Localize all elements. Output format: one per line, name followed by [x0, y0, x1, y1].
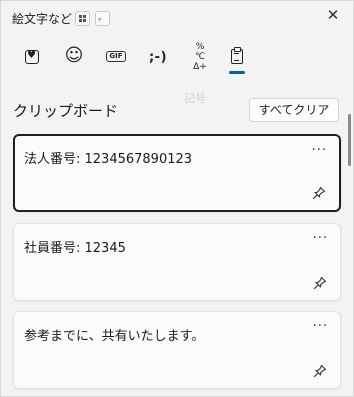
scrollbar-thumb[interactable] — [348, 114, 351, 166]
tab-clipboard[interactable] — [220, 41, 254, 74]
clipboard-item-text: 社員番号: 12345 — [24, 241, 126, 256]
panel-title: 絵文字など — [12, 12, 73, 26]
pin-icon[interactable] — [313, 364, 327, 378]
gif-icon: GIF — [106, 51, 126, 62]
more-options-icon[interactable]: ··· — [313, 320, 328, 333]
tab-symbols[interactable]: %℃ Δ+ — [183, 41, 217, 72]
pin-icon[interactable] — [312, 186, 326, 200]
smiley-icon: ☺ — [64, 45, 84, 66]
clipboard-item[interactable]: 社員番号: 12345 ··· — [13, 223, 341, 301]
clipboard-item[interactable]: 法人番号: 1234567890123 ··· — [13, 134, 341, 212]
heart-icon: ♥ — [25, 49, 39, 64]
symbols-icon: %℃ Δ+ — [193, 41, 207, 72]
clipboard-item[interactable]: 参考までに、共有いたします。 ··· — [13, 311, 341, 389]
tab-favorites[interactable]: ♥ — [15, 41, 49, 71]
clipboard-item-text: 法人番号: 1234567890123 — [24, 152, 193, 167]
grid-icon[interactable] — [75, 11, 90, 26]
more-options-icon[interactable]: ··· — [313, 232, 328, 245]
faint-category-label: 記号 — [184, 92, 206, 105]
clipboard-icon — [231, 47, 243, 64]
section-title: クリップボード — [13, 102, 119, 120]
category-tabs: ♥ ☺ GIF ;-) %℃ Δ+ — [15, 41, 255, 75]
tab-kaomoji[interactable]: ;-) — [141, 41, 175, 71]
title-bar: 絵文字など 。 ✕ — [1, 1, 353, 33]
kaomoji-icon: ;-) — [148, 50, 168, 65]
tab-emoji[interactable]: ☺ — [57, 41, 91, 71]
pin-icon[interactable] — [313, 276, 327, 290]
more-options-icon[interactable]: ··· — [312, 144, 327, 157]
emoji-panel: 絵文字など 。 ✕ ♥ ☺ GIF ;-) %℃ Δ+ 記号 クリップボード す… — [0, 0, 354, 397]
clear-all-button[interactable]: すべてクリア — [249, 98, 339, 122]
clipboard-item-text: 参考までに、共有いたします。 — [24, 329, 205, 344]
close-icon[interactable]: ✕ — [325, 7, 341, 23]
ime-mode-chip[interactable]: 。 — [95, 11, 110, 26]
tab-gif[interactable]: GIF — [99, 41, 133, 71]
